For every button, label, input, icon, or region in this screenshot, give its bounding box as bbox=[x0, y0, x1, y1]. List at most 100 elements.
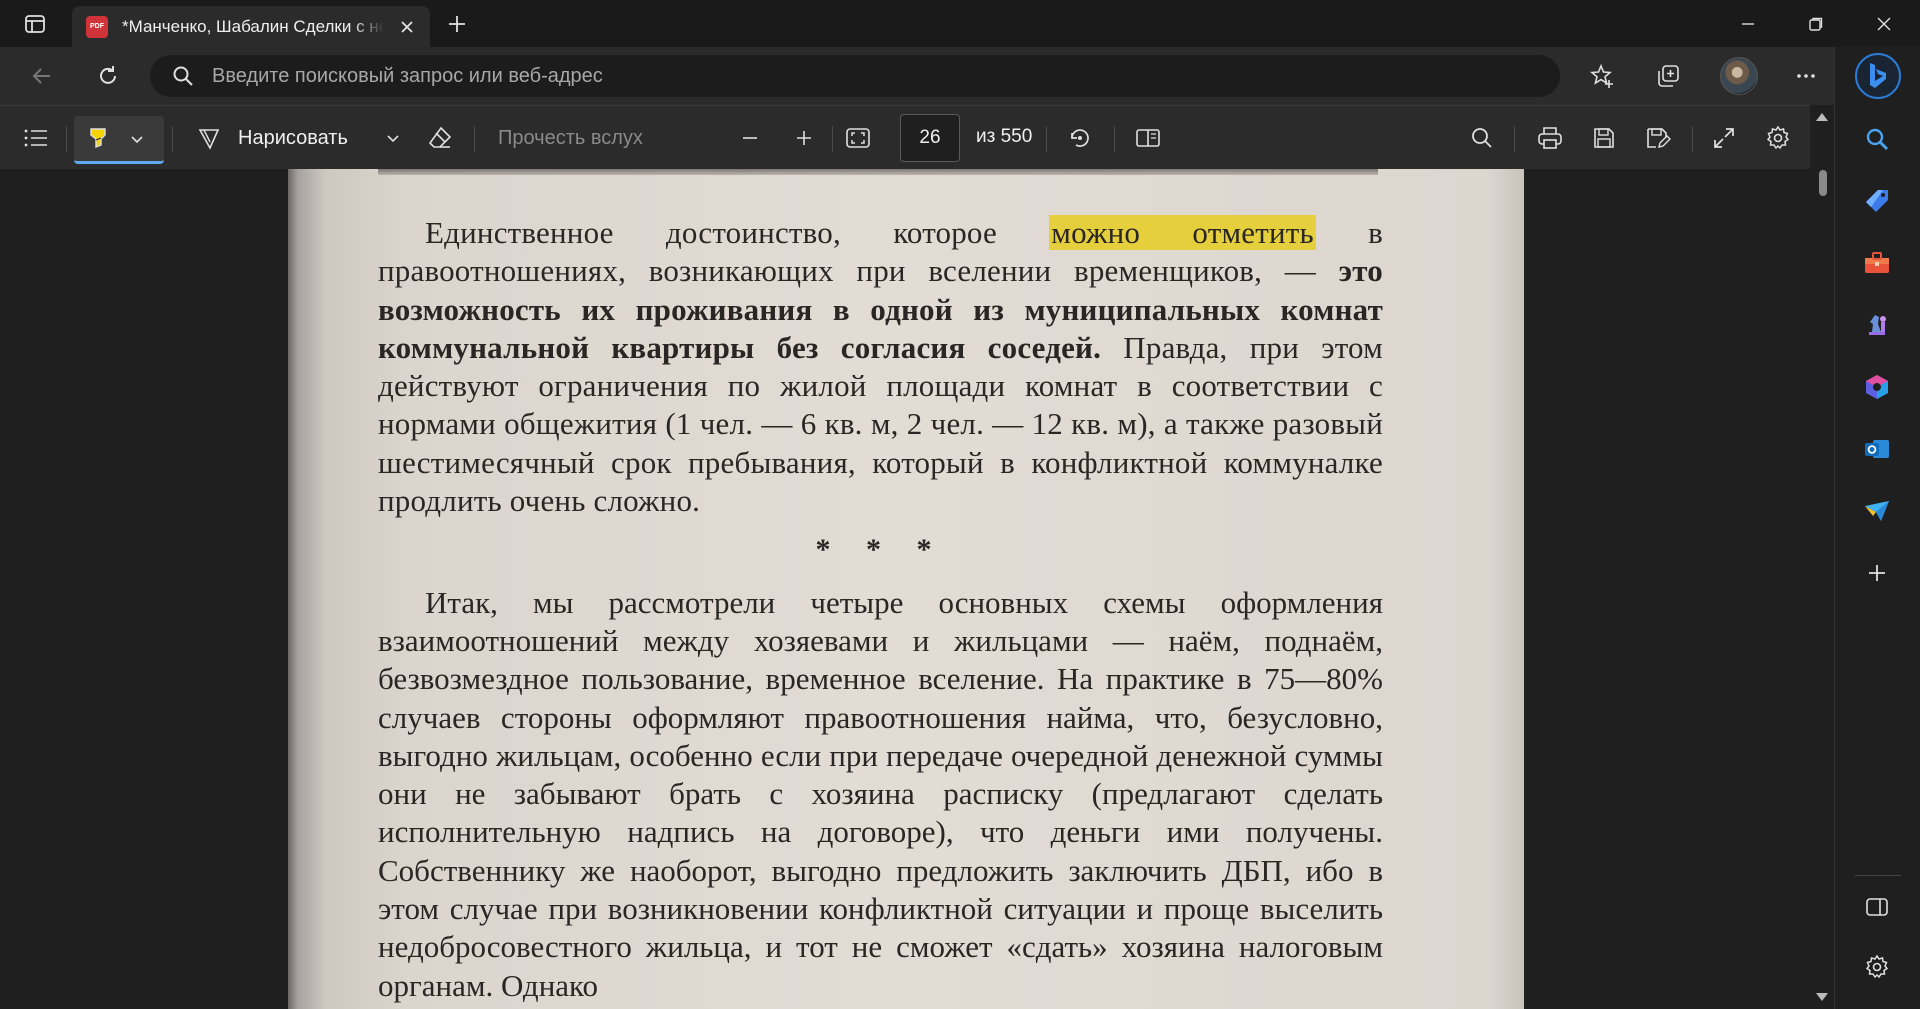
minimize-icon bbox=[1742, 22, 1754, 25]
chevron-down-icon[interactable] bbox=[130, 132, 144, 146]
sidebar-drop-button[interactable] bbox=[1857, 491, 1897, 531]
save-icon bbox=[1594, 128, 1614, 148]
fullscreen-button[interactable] bbox=[1704, 118, 1744, 158]
edge-sidebar bbox=[1834, 47, 1920, 1009]
contents-button[interactable] bbox=[16, 118, 56, 158]
read-aloud-button[interactable]: Прочесть вслух bbox=[498, 118, 658, 158]
scrollbar-thumb[interactable] bbox=[1819, 170, 1827, 196]
chevron-down-icon bbox=[387, 135, 399, 143]
fit-to-page-button[interactable] bbox=[838, 118, 878, 158]
settings-more-button[interactable] bbox=[1786, 57, 1826, 95]
find-button[interactable] bbox=[1462, 118, 1502, 158]
page-number-input[interactable]: 26 bbox=[900, 114, 960, 162]
close-window-button[interactable] bbox=[1850, 0, 1918, 47]
para1-start: Единственное достоинство, которое bbox=[425, 215, 1050, 250]
printer-icon bbox=[1538, 127, 1562, 149]
back-button[interactable] bbox=[22, 57, 62, 95]
refresh-icon bbox=[100, 66, 116, 84]
paragraph-2: Итак, мы рассмотрели четыре основных схе… bbox=[378, 584, 1383, 1003]
more-horizontal-icon bbox=[1797, 74, 1815, 78]
save-as-button[interactable] bbox=[1638, 118, 1678, 158]
sidebar-settings-button[interactable] bbox=[1857, 947, 1897, 987]
sidebar-microsoft365-button[interactable] bbox=[1857, 367, 1897, 407]
scroll-down-arrow[interactable] bbox=[1816, 993, 1828, 1001]
pdf-settings-button[interactable] bbox=[1758, 118, 1798, 158]
sidebar-outlook-button[interactable] bbox=[1857, 429, 1897, 469]
toolbar-divider bbox=[1046, 126, 1047, 152]
search-icon bbox=[173, 66, 193, 86]
toolbar-divider bbox=[474, 126, 475, 152]
draw-options-button[interactable] bbox=[378, 118, 408, 158]
toolbar-divider bbox=[66, 126, 67, 152]
page-total: из 550 bbox=[976, 126, 1033, 147]
address-bar[interactable]: Введите поисковый запрос или веб-адрес bbox=[150, 55, 1560, 97]
tab-actions-button[interactable] bbox=[12, 8, 58, 40]
gear-icon bbox=[1865, 954, 1889, 979]
tab-title: *Манченко, Шабалин Сделки с недвижимость… bbox=[122, 16, 384, 36]
rotate-button[interactable] bbox=[1060, 118, 1100, 158]
highlight-button[interactable] bbox=[74, 116, 164, 164]
profile-avatar[interactable] bbox=[1720, 57, 1758, 95]
sidebar-panel-icon bbox=[1866, 898, 1888, 916]
minimize-button[interactable] bbox=[1714, 0, 1782, 47]
toolbar-divider bbox=[1692, 126, 1693, 152]
zoom-in-button[interactable] bbox=[786, 118, 822, 158]
sidebar-games-button[interactable] bbox=[1857, 305, 1897, 345]
title-bar: PDF *Манченко, Шабалин Сделки с недвижим… bbox=[0, 0, 1920, 47]
highlighter-icon bbox=[90, 127, 106, 148]
toolbar-divider bbox=[1114, 126, 1115, 152]
plus-icon bbox=[449, 16, 465, 32]
vertical-scrollbar[interactable] bbox=[1810, 105, 1834, 1009]
highlighted-text[interactable]: можно отметить bbox=[1049, 215, 1316, 250]
navigation-bar: Введите поисковый запрос или веб-адрес bbox=[0, 47, 1866, 105]
print-button[interactable] bbox=[1530, 118, 1570, 158]
minus-icon bbox=[743, 137, 757, 139]
draw-button[interactable]: Нарисовать bbox=[196, 118, 366, 158]
microsoft365-icon bbox=[1866, 375, 1888, 399]
eraser-icon bbox=[428, 126, 452, 148]
paragraph-1: Единственное достоинство, которое можно … bbox=[378, 214, 1383, 520]
restore-button[interactable] bbox=[1782, 0, 1850, 47]
zoom-out-button[interactable] bbox=[732, 118, 768, 158]
erase-button[interactable] bbox=[420, 118, 460, 158]
arrow-left-icon bbox=[32, 68, 50, 84]
new-tab-button[interactable] bbox=[440, 8, 474, 40]
expand-icon bbox=[1714, 128, 1734, 148]
gear-icon bbox=[1766, 125, 1790, 150]
favorites-button[interactable] bbox=[1582, 57, 1622, 95]
hide-sidebar-button[interactable] bbox=[1857, 887, 1897, 927]
sidebar-add-button[interactable] bbox=[1857, 553, 1897, 593]
page-view-button[interactable] bbox=[1128, 118, 1168, 158]
close-window-icon bbox=[1877, 17, 1891, 30]
pdf-viewer[interactable]: Единственное достоинство, которое можно … bbox=[0, 169, 1810, 1009]
two-page-icon bbox=[1136, 129, 1160, 147]
tab-pdf-document[interactable]: PDF *Манченко, Шабалин Сделки с недвижим… bbox=[72, 6, 430, 47]
chess-piece-icon bbox=[1869, 315, 1886, 335]
refresh-button[interactable] bbox=[88, 57, 128, 95]
tab-close-button[interactable] bbox=[396, 16, 418, 38]
address-placeholder: Введите поисковый запрос или веб-адрес bbox=[212, 64, 603, 87]
save-button[interactable] bbox=[1584, 118, 1624, 158]
send-icon bbox=[1865, 501, 1889, 521]
pdf-file-icon: PDF bbox=[86, 15, 108, 38]
toolbar-divider bbox=[1514, 126, 1515, 152]
outlook-icon bbox=[1865, 440, 1889, 458]
sidebar-tools-button[interactable] bbox=[1857, 243, 1897, 283]
close-icon bbox=[401, 21, 413, 33]
pdf-page: Единственное достоинство, которое можно … bbox=[288, 169, 1524, 1009]
fit-page-icon bbox=[846, 128, 870, 148]
restore-icon bbox=[1809, 17, 1823, 31]
list-icon bbox=[24, 129, 47, 147]
sidebar-shopping-button[interactable] bbox=[1857, 181, 1897, 221]
toolbox-icon bbox=[1865, 252, 1889, 273]
toolbar-divider bbox=[172, 126, 173, 152]
copilot-button[interactable] bbox=[1855, 53, 1901, 99]
tag-icon bbox=[1866, 190, 1888, 212]
save-as-icon bbox=[1647, 128, 1671, 148]
search-icon bbox=[1472, 128, 1492, 148]
sidebar-search-button[interactable] bbox=[1857, 119, 1897, 159]
star-plus-icon bbox=[1590, 63, 1613, 88]
scroll-up-arrow[interactable] bbox=[1816, 113, 1828, 121]
tab-actions-icon bbox=[25, 15, 45, 33]
collections-button[interactable] bbox=[1648, 57, 1688, 95]
